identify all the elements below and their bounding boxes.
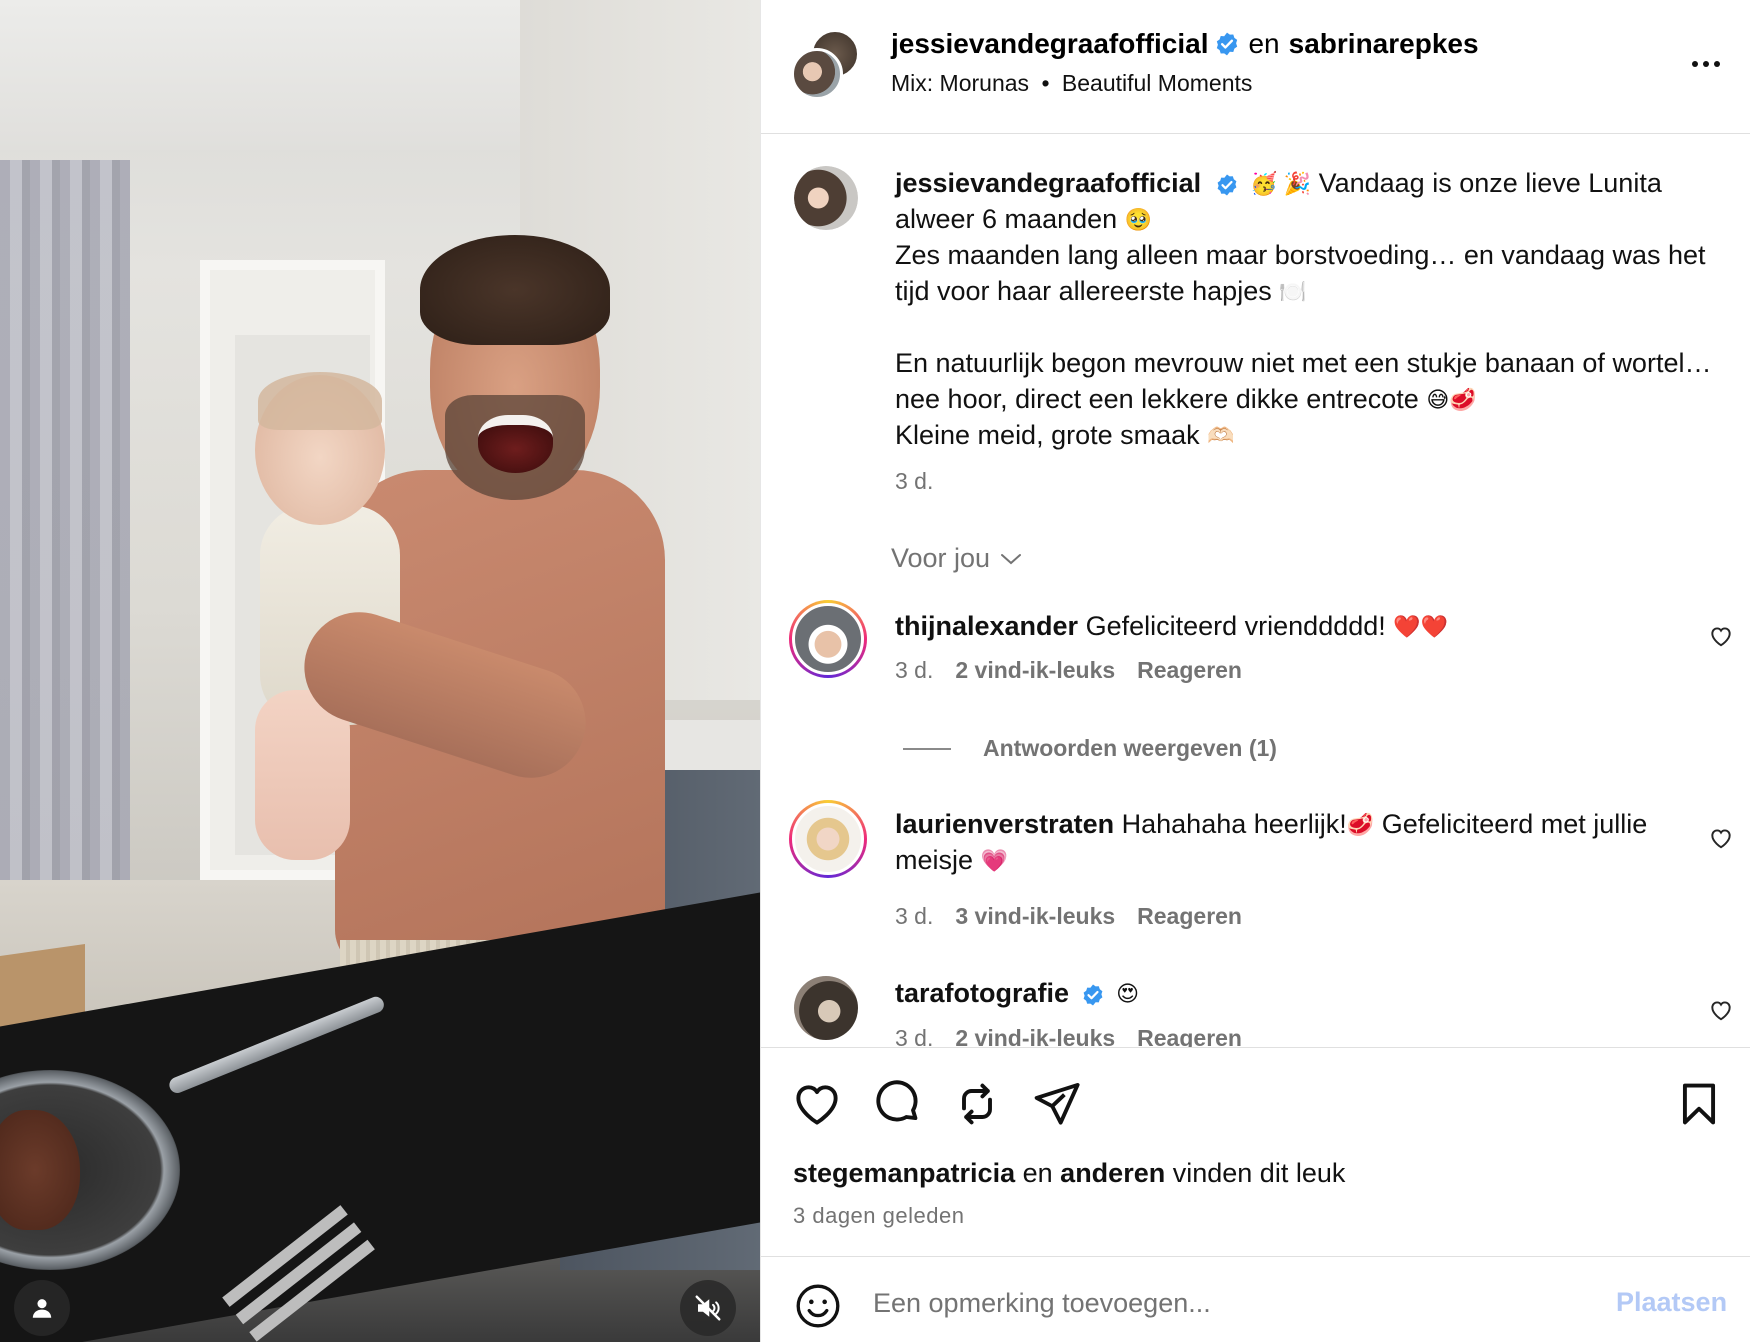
authors-conjunction: en bbox=[1248, 28, 1280, 59]
caption-emoji-4: 🫶🏻 bbox=[1207, 423, 1235, 448]
comments-list[interactable]: jessievandegraafofficial 🥳 🎉 Vandaag is … bbox=[761, 135, 1750, 1047]
bookmark-icon[interactable] bbox=[1673, 1078, 1725, 1130]
comment-emoji: 💗 bbox=[980, 848, 1008, 873]
caption-timestamp[interactable]: 3 d. bbox=[895, 463, 1725, 499]
caption-emoji-1: 🥹 bbox=[1124, 207, 1153, 232]
view-replies-button[interactable]: Antwoorden weergeven (1) bbox=[903, 735, 1277, 762]
comment-text: laurienverstraten Hahahaha heerlijk!🥩 Ge… bbox=[895, 806, 1655, 878]
repost-icon[interactable] bbox=[951, 1078, 1003, 1130]
comment-username[interactable]: tarafotografie bbox=[895, 978, 1069, 1008]
audio-separator: • bbox=[1041, 70, 1050, 96]
caption-emojis-lead: 🥳 🎉 bbox=[1250, 171, 1312, 196]
audio-track[interactable]: Beautiful Moments bbox=[1062, 70, 1252, 96]
smiley-icon[interactable] bbox=[793, 1281, 843, 1331]
comment-likes-count[interactable]: 2 vind-ik-leuks bbox=[955, 1025, 1115, 1047]
caption-line-3: En natuurlijk begon mevrouw niet met een… bbox=[895, 348, 1712, 414]
commenter-avatar-story-ring[interactable] bbox=[789, 600, 867, 678]
chevron-down-icon bbox=[1001, 553, 1022, 564]
comment-reply-button[interactable]: Reageren bbox=[1137, 657, 1242, 683]
comment-like-heart-icon[interactable] bbox=[1708, 997, 1734, 1023]
more-options-button[interactable] bbox=[1686, 44, 1726, 84]
comment-timestamp[interactable]: 3 d. bbox=[895, 903, 933, 929]
collab-avatars[interactable] bbox=[791, 30, 863, 100]
comment-body: Hahahaha heerlijk! bbox=[1121, 809, 1347, 839]
comment-username[interactable]: laurienverstraten bbox=[895, 809, 1114, 839]
comment-like-heart-icon[interactable] bbox=[1708, 825, 1734, 851]
likes-conjunction: en bbox=[1022, 1158, 1053, 1188]
video-frame-baby-hair bbox=[258, 372, 382, 430]
comment-meta: 3 d. 2 vind-ik-leuks Reageren bbox=[895, 657, 1242, 684]
coauthor-username-link[interactable]: sabrinarepkes bbox=[1289, 28, 1479, 60]
commenter-avatar[interactable] bbox=[794, 976, 858, 1040]
commenter-avatar-story-ring[interactable] bbox=[789, 800, 867, 878]
replies-divider bbox=[903, 747, 951, 750]
comment-emoji: 🥩 bbox=[1346, 812, 1375, 837]
comment-meta: 3 d. 2 vind-ik-leuks Reageren bbox=[895, 1025, 1242, 1047]
audio-attribution[interactable]: Mix: Morunas • Beautiful Moments bbox=[891, 70, 1252, 97]
tagged-users-button[interactable] bbox=[14, 1280, 70, 1336]
verified-badge-icon bbox=[1217, 174, 1237, 196]
post-date: 3 dagen geleden bbox=[793, 1203, 965, 1228]
view-replies-label: Antwoorden weergeven (1) bbox=[983, 735, 1277, 761]
post-header: jessievandegraafofficial en sabrinarepke… bbox=[761, 0, 1750, 134]
comment-timestamp[interactable]: 3 d. bbox=[895, 1025, 933, 1047]
post-authors: jessievandegraafofficial en sabrinarepke… bbox=[891, 28, 1479, 60]
add-comment-bar: Plaatsen bbox=[761, 1256, 1750, 1342]
post-actions: stegemanpatricia en anderen vinden dit l… bbox=[761, 1047, 1750, 1257]
caption-author-avatar[interactable] bbox=[794, 166, 858, 230]
comment-sort-label: Voor jou bbox=[891, 543, 991, 573]
comment-reply-button[interactable]: Reageren bbox=[1137, 1025, 1242, 1047]
caption-line-4: Kleine meid, grote smaak bbox=[895, 420, 1200, 450]
likes-suffix: vinden dit leuk bbox=[1172, 1158, 1346, 1188]
comment-likes-count[interactable]: 3 vind-ik-leuks bbox=[955, 903, 1115, 929]
verified-badge-icon bbox=[1083, 984, 1102, 1006]
add-comment-input[interactable] bbox=[873, 1277, 1573, 1329]
comment-reply-button[interactable]: Reageren bbox=[1137, 903, 1242, 929]
post-comment-button[interactable]: Plaatsen bbox=[1616, 1287, 1727, 1318]
author-username-link[interactable]: jessievandegraafofficial bbox=[891, 28, 1208, 60]
comment-text: thijnalexander Gefeliciteerd vrienddddd!… bbox=[895, 608, 1655, 644]
comment-likes-count[interactable]: 2 vind-ik-leuks bbox=[955, 657, 1115, 683]
audio-source[interactable]: Mix: Morunas bbox=[891, 70, 1029, 96]
paper-plane-icon[interactable] bbox=[1031, 1078, 1083, 1130]
speaker-muted-icon bbox=[695, 1295, 721, 1321]
post-side-panel: jessievandegraafofficial en sabrinarepke… bbox=[760, 0, 1750, 1342]
user-tag-icon bbox=[32, 1299, 52, 1318]
comment-emoji: ❤️❤️ bbox=[1393, 614, 1449, 639]
comment-meta: 3 d. 3 vind-ik-leuks Reageren bbox=[895, 903, 1242, 930]
comment-text: tarafotografie 😍 bbox=[895, 975, 1655, 1011]
post-media-video[interactable] bbox=[0, 0, 760, 1342]
mute-toggle-button[interactable] bbox=[680, 1280, 736, 1336]
liker-username[interactable]: stegemanpatricia bbox=[793, 1158, 1015, 1188]
video-frame-curtain bbox=[0, 160, 130, 960]
post-caption: jessievandegraafofficial 🥳 🎉 Vandaag is … bbox=[895, 165, 1725, 499]
comment-emoji: 😍 bbox=[1116, 981, 1139, 1006]
caption-emoji-3: 😅🥩 bbox=[1426, 387, 1477, 412]
caption-username[interactable]: jessievandegraafofficial bbox=[895, 168, 1201, 198]
comment-like-heart-icon[interactable] bbox=[1708, 623, 1734, 649]
video-frame-man-mouth bbox=[478, 415, 553, 473]
caption-emoji-2: 🍽️ bbox=[1279, 279, 1307, 304]
comment-body: Gefeliciteerd vrienddddd! bbox=[1085, 611, 1386, 641]
video-frame-man-hair bbox=[420, 235, 610, 345]
likes-others-link[interactable]: anderen bbox=[1060, 1158, 1165, 1188]
heart-icon[interactable] bbox=[791, 1078, 843, 1130]
comment-timestamp[interactable]: 3 d. bbox=[895, 657, 933, 683]
likes-summary[interactable]: stegemanpatricia en anderen vinden dit l… bbox=[793, 1158, 1345, 1189]
author-avatar[interactable] bbox=[791, 48, 843, 100]
ellipsis-icon bbox=[1692, 61, 1698, 67]
speech-bubble-icon[interactable] bbox=[871, 1078, 923, 1130]
comment-username[interactable]: thijnalexander bbox=[895, 611, 1078, 641]
comment-sort-dropdown[interactable]: Voor jou bbox=[891, 543, 1022, 574]
verified-badge-icon bbox=[1217, 32, 1238, 56]
